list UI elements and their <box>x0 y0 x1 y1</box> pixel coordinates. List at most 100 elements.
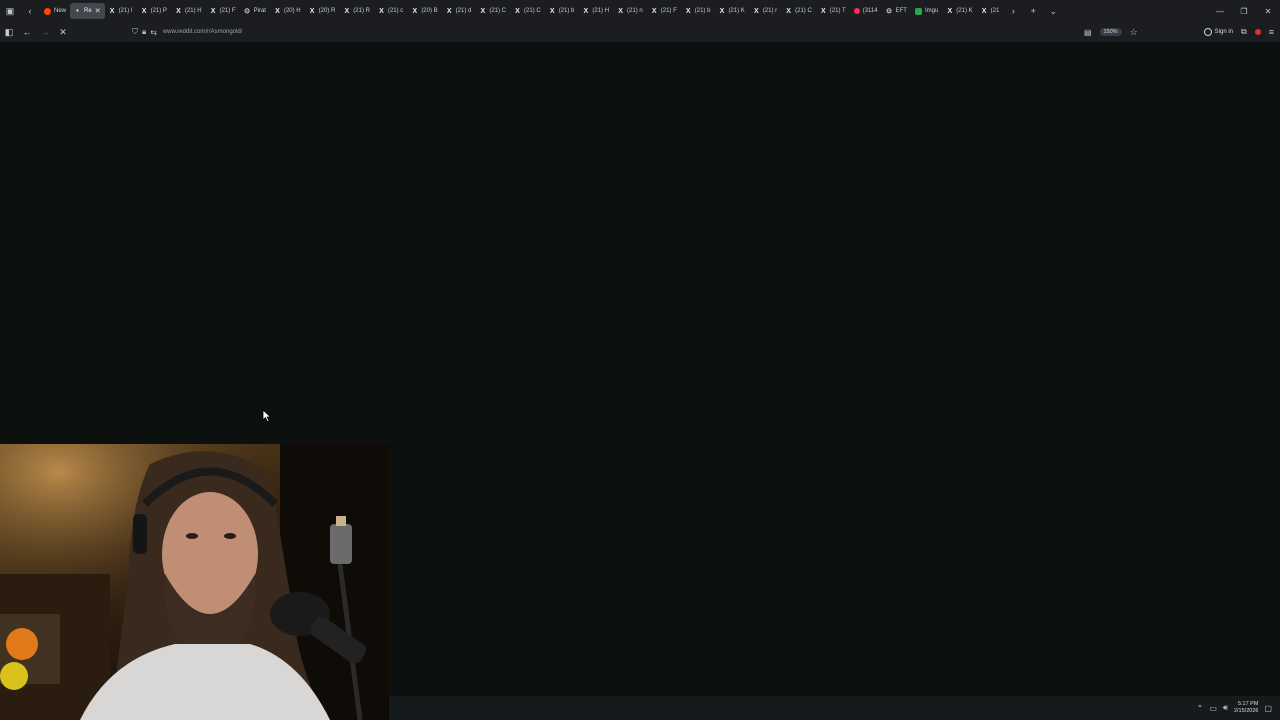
restore-button[interactable]: ❐ <box>1232 0 1256 22</box>
tab-label: (21) C <box>489 8 507 14</box>
tab-label: (21) H <box>184 8 202 14</box>
tab-label: (21 <box>990 8 1000 14</box>
x-icon: X <box>515 7 520 15</box>
tab-0[interactable]: New <box>40 3 70 19</box>
tab-2[interactable]: X (21) I <box>105 3 137 19</box>
tab-26[interactable]: Imgu <box>911 3 942 19</box>
tab-17[interactable]: X (21) n <box>613 3 647 19</box>
tab-13[interactable]: X (21) C <box>475 3 510 19</box>
tab-27[interactable]: X (21) K <box>942 3 976 19</box>
network-icon[interactable]: ▭ <box>1209 704 1217 713</box>
new-tab-button[interactable]: + <box>1023 0 1043 22</box>
url-text[interactable]: www.reddit.com/r/Asmongold/ <box>163 29 242 35</box>
tab-label: (21) K <box>956 8 973 14</box>
x-icon: X <box>275 7 280 15</box>
close-window-button[interactable]: ✕ <box>1256 0 1280 22</box>
x-icon: X <box>583 7 589 15</box>
extension-badge-icon[interactable] <box>1254 29 1261 35</box>
back-button[interactable]: ← <box>18 23 36 41</box>
tab-label: Re <box>84 8 92 14</box>
generic-icon: ⊙ <box>886 8 893 15</box>
url-path: /r/Asmongold/ <box>205 29 243 35</box>
tab-label: (21) d <box>455 8 472 14</box>
tab-23[interactable]: X (21) T <box>816 3 850 19</box>
tab-label: (21) C <box>795 8 812 14</box>
x-icon: X <box>176 7 181 15</box>
tracking-protection-icon[interactable]: ⛉ <box>132 27 138 37</box>
tab-25[interactable]: ⊙ EFT <box>882 3 911 19</box>
tab-21[interactable]: X (21) r <box>749 3 781 19</box>
tab-22[interactable]: X (21) C <box>781 3 816 19</box>
tab-12[interactable]: X (21) d <box>442 3 476 19</box>
x-icon: X <box>309 7 315 15</box>
menu-icon[interactable]: ≡ <box>1269 27 1274 37</box>
tab-label: (21) b <box>694 8 711 14</box>
tab-10[interactable]: X (21) c <box>374 3 407 19</box>
loading-icon: • <box>76 7 79 15</box>
tab-28[interactable]: X (21 <box>977 3 1004 19</box>
clock-time: 5:17 PM <box>1237 701 1259 707</box>
system-tray: ⌃ ▭ 🔊︎ 5:17 PM 2/15/2026 ▢ <box>1197 701 1280 715</box>
tab-scroll-right-icon[interactable]: › <box>1003 0 1023 22</box>
tab-3[interactable]: X (21) P <box>137 3 171 19</box>
tab-list-dropdown-icon[interactable]: ⌄ <box>1043 0 1063 22</box>
x-icon: X <box>141 7 147 15</box>
x-icon: X <box>379 7 384 15</box>
url-host: www.reddit.com <box>162 29 206 35</box>
tab-14[interactable]: X (21) C <box>510 3 545 19</box>
tab-15[interactable]: X (21) b <box>545 3 579 19</box>
tab-7[interactable]: X (20) H <box>270 3 305 19</box>
tabs-list: New • Re ✕ X (21) I X (21) P X (21) H X (21) F ⊙ Pira… <box>40 0 1003 22</box>
x-icon: X <box>480 7 486 15</box>
tab-1[interactable]: • Re ✕ <box>70 3 105 19</box>
volume-icon[interactable]: 🔊︎ <box>1223 703 1228 713</box>
x-icon: X <box>618 7 623 15</box>
x-icon: X <box>109 7 115 15</box>
clock[interactable]: 5:17 PM 2/15/2026 <box>1234 701 1258 715</box>
notifications-icon[interactable]: ▢ <box>1264 704 1272 713</box>
sidebar-toggle-icon[interactable]: ◧ <box>0 23 18 41</box>
tab-8[interactable]: X (20) R <box>305 3 340 19</box>
x-icon: X <box>981 7 987 15</box>
tab-20[interactable]: X (21) K <box>714 3 748 19</box>
tab-label: (21) I <box>118 8 133 14</box>
lock-icon[interactable]: 🔒︎ <box>142 27 146 37</box>
forward-button[interactable]: → <box>36 23 54 41</box>
stop-loading-button[interactable]: ✕ <box>54 23 72 41</box>
tab-5[interactable]: X (21) F <box>206 3 240 19</box>
tab-24[interactable]: (3114 <box>850 3 882 19</box>
show-hidden-icons-icon[interactable]: ⌃ <box>1197 704 1204 713</box>
green-icon <box>914 7 922 15</box>
tab-16[interactable]: X (21) H <box>578 3 613 19</box>
tab-scroll-left-icon[interactable]: ‹ <box>20 0 40 22</box>
reader-view-icon[interactable]: ▤ <box>1084 28 1092 37</box>
extensions-icon[interactable]: ⧉ <box>1241 27 1247 37</box>
x-icon: X <box>685 7 691 15</box>
x-icon: X <box>210 7 216 15</box>
address-bar[interactable]: ⛉ 🔒︎ ⇆ www.reddit.com/r/Asmongold/ <box>132 27 242 37</box>
tab-18[interactable]: X (21) F <box>647 3 681 19</box>
x-icon: X <box>820 7 826 15</box>
tab-overview-icon[interactable]: ▣ <box>0 0 20 22</box>
x-icon: X <box>549 7 555 15</box>
tab-19[interactable]: X (21) b <box>681 3 715 19</box>
tab-label: (21) C <box>524 8 541 14</box>
tab-label: EFT <box>895 8 907 14</box>
sign-in-button[interactable]: Sign in <box>1203 28 1233 36</box>
tab-6[interactable]: ⊙ Pirat <box>240 3 270 19</box>
zoom-level-badge[interactable]: 150% <box>1099 28 1122 36</box>
tab-label: (3114 <box>862 8 878 14</box>
x-icon: X <box>412 7 418 15</box>
x-icon: X <box>947 7 953 15</box>
tab-9[interactable]: X (21) R <box>339 3 374 19</box>
x-icon: X <box>719 7 725 15</box>
close-tab-icon[interactable]: ✕ <box>95 7 101 15</box>
permissions-icon[interactable]: ⇆ <box>150 28 157 37</box>
tab-11[interactable]: X (20) B <box>407 3 441 19</box>
tab-label: (20) R <box>318 8 336 14</box>
x-icon: X <box>344 7 350 15</box>
bookmark-star-icon[interactable]: ☆ <box>1130 27 1138 38</box>
tab-4[interactable]: X (21) H <box>171 3 206 19</box>
generic-icon: ⊙ <box>244 8 251 15</box>
minimize-button[interactable]: — <box>1208 0 1232 22</box>
